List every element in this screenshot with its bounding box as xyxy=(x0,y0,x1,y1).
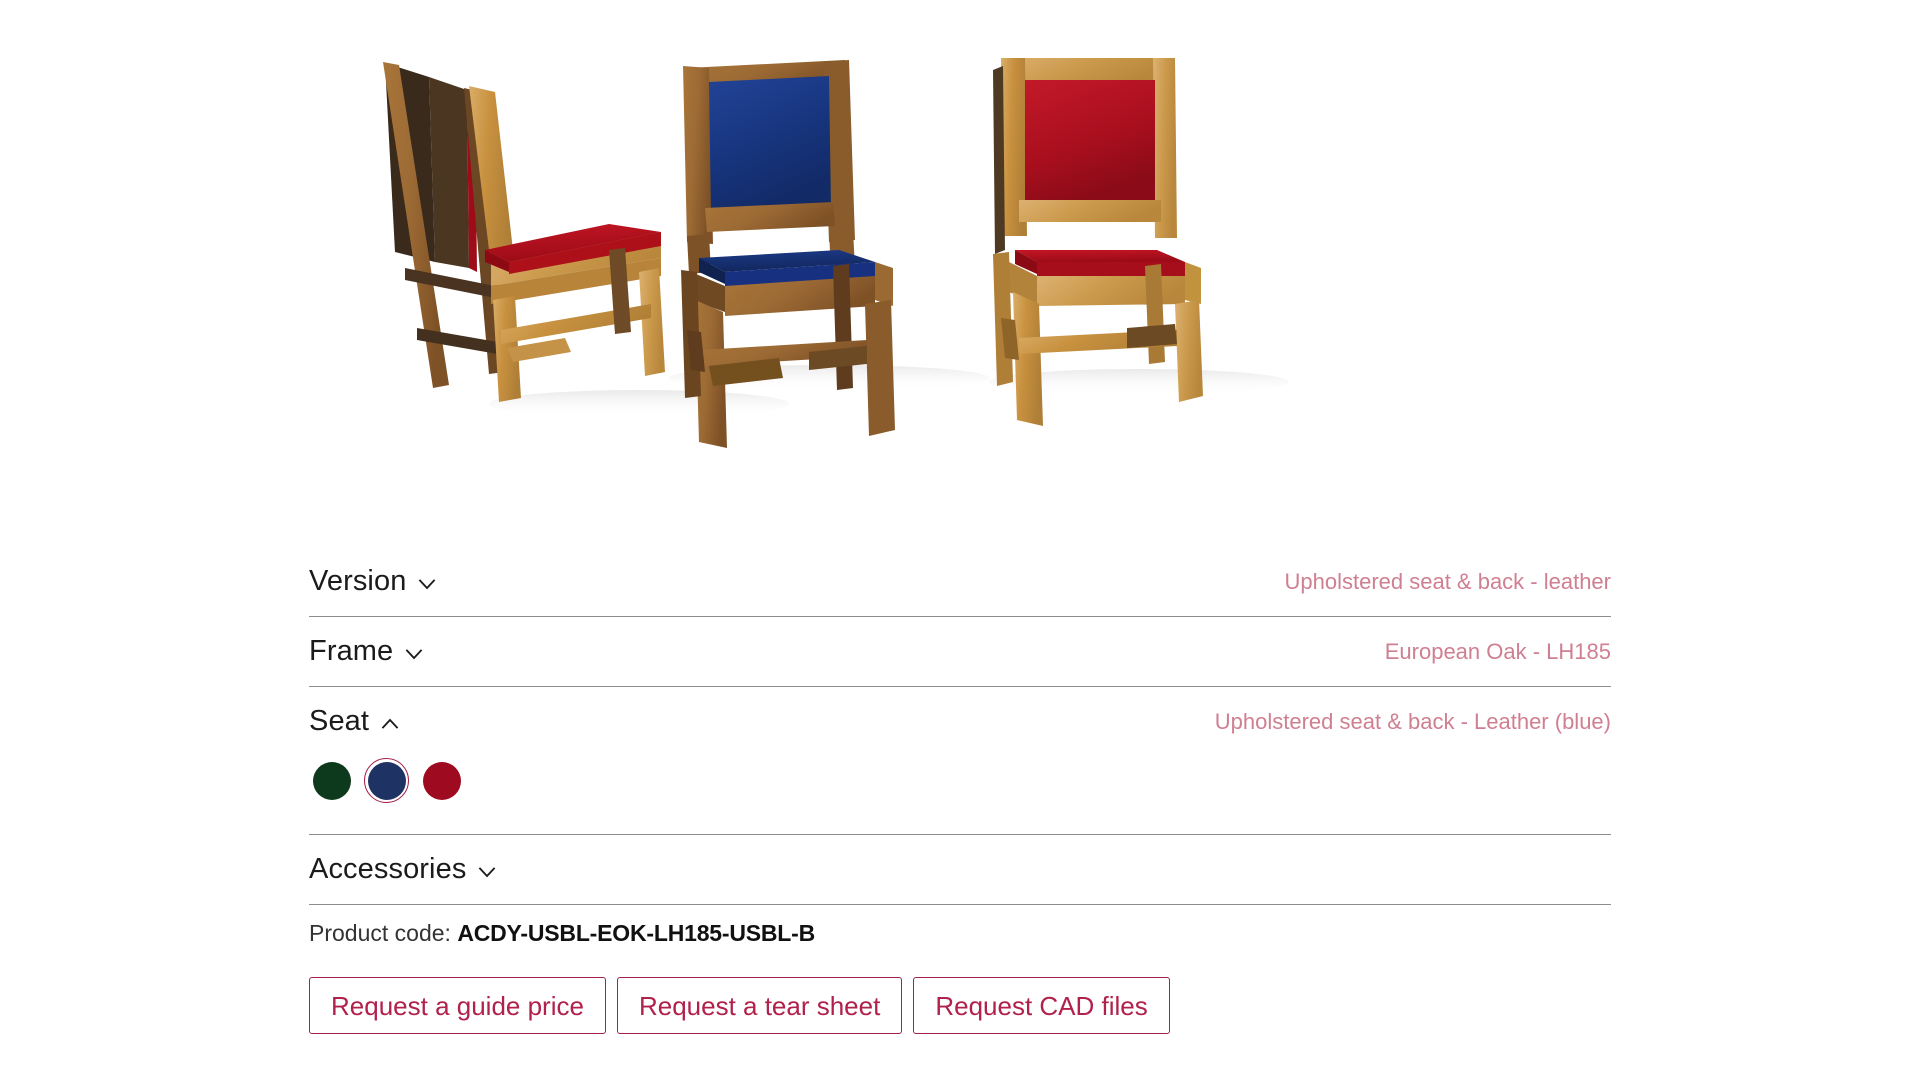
request-tear-sheet-button[interactable]: Request a tear sheet xyxy=(616,977,903,1034)
action-buttons: Request a guide price Request a tear she… xyxy=(309,977,1170,1034)
product-configurator-page: Version Upholstered seat & back - leathe… xyxy=(0,0,1920,1075)
swatch-blue[interactable] xyxy=(364,758,409,803)
option-label-accessories: Accessories xyxy=(309,853,467,885)
option-left-version: Version xyxy=(309,567,438,596)
chairs-illustration xyxy=(309,0,1611,540)
option-left-seat: Seat xyxy=(309,707,401,736)
swatch-green-dot xyxy=(312,761,351,800)
option-label-frame: Frame xyxy=(309,635,394,667)
option-row-accessories: Accessories xyxy=(309,835,1611,905)
option-left-accessories: Accessories xyxy=(309,855,498,884)
option-value-seat: Upholstered seat & back - Leather (blue) xyxy=(1214,708,1611,734)
option-value-frame: European Oak - LH185 xyxy=(1384,638,1611,664)
option-row-frame: Frame European Oak - LH185 xyxy=(309,617,1611,687)
swatch-green[interactable] xyxy=(309,758,354,803)
option-row-seat: Seat Upholstered seat & back - Leather (… xyxy=(309,687,1611,835)
option-header-accessories[interactable]: Accessories xyxy=(309,835,1611,904)
product-code-label: Product code: xyxy=(309,920,451,946)
option-left-frame: Frame xyxy=(309,637,425,666)
option-header-frame[interactable]: Frame European Oak - LH185 xyxy=(309,617,1611,686)
option-row-version: Version Upholstered seat & back - leathe… xyxy=(309,547,1611,617)
swatch-blue-dot xyxy=(367,761,406,800)
chair-image xyxy=(309,0,1611,540)
request-cad-files-button[interactable]: Request CAD files xyxy=(913,977,1170,1034)
configurator-options: Version Upholstered seat & back - leathe… xyxy=(309,547,1611,905)
option-header-version[interactable]: Version Upholstered seat & back - leathe… xyxy=(309,547,1611,616)
product-gallery xyxy=(309,0,1611,540)
chevron-up-icon[interactable] xyxy=(379,713,401,735)
option-header-seat[interactable]: Seat Upholstered seat & back - Leather (… xyxy=(309,687,1611,756)
swatch-red-dot xyxy=(422,761,461,800)
option-label-version: Version xyxy=(309,565,407,597)
option-value-version: Upholstered seat & back - leather xyxy=(1284,568,1611,594)
chevron-down-icon[interactable] xyxy=(416,573,438,595)
swatch-red[interactable] xyxy=(419,758,464,803)
option-label-seat: Seat xyxy=(309,705,370,737)
chevron-down-icon[interactable] xyxy=(476,861,498,883)
seat-swatch-list xyxy=(309,756,1611,834)
product-code-value: ACDY-USBL-EOK-LH185-USBL-B xyxy=(457,920,816,946)
request-guide-price-button[interactable]: Request a guide price xyxy=(309,977,606,1034)
chevron-down-icon[interactable] xyxy=(403,643,425,665)
product-code: Product code: ACDY-USBL-EOK-LH185-USBL-B xyxy=(309,922,815,945)
